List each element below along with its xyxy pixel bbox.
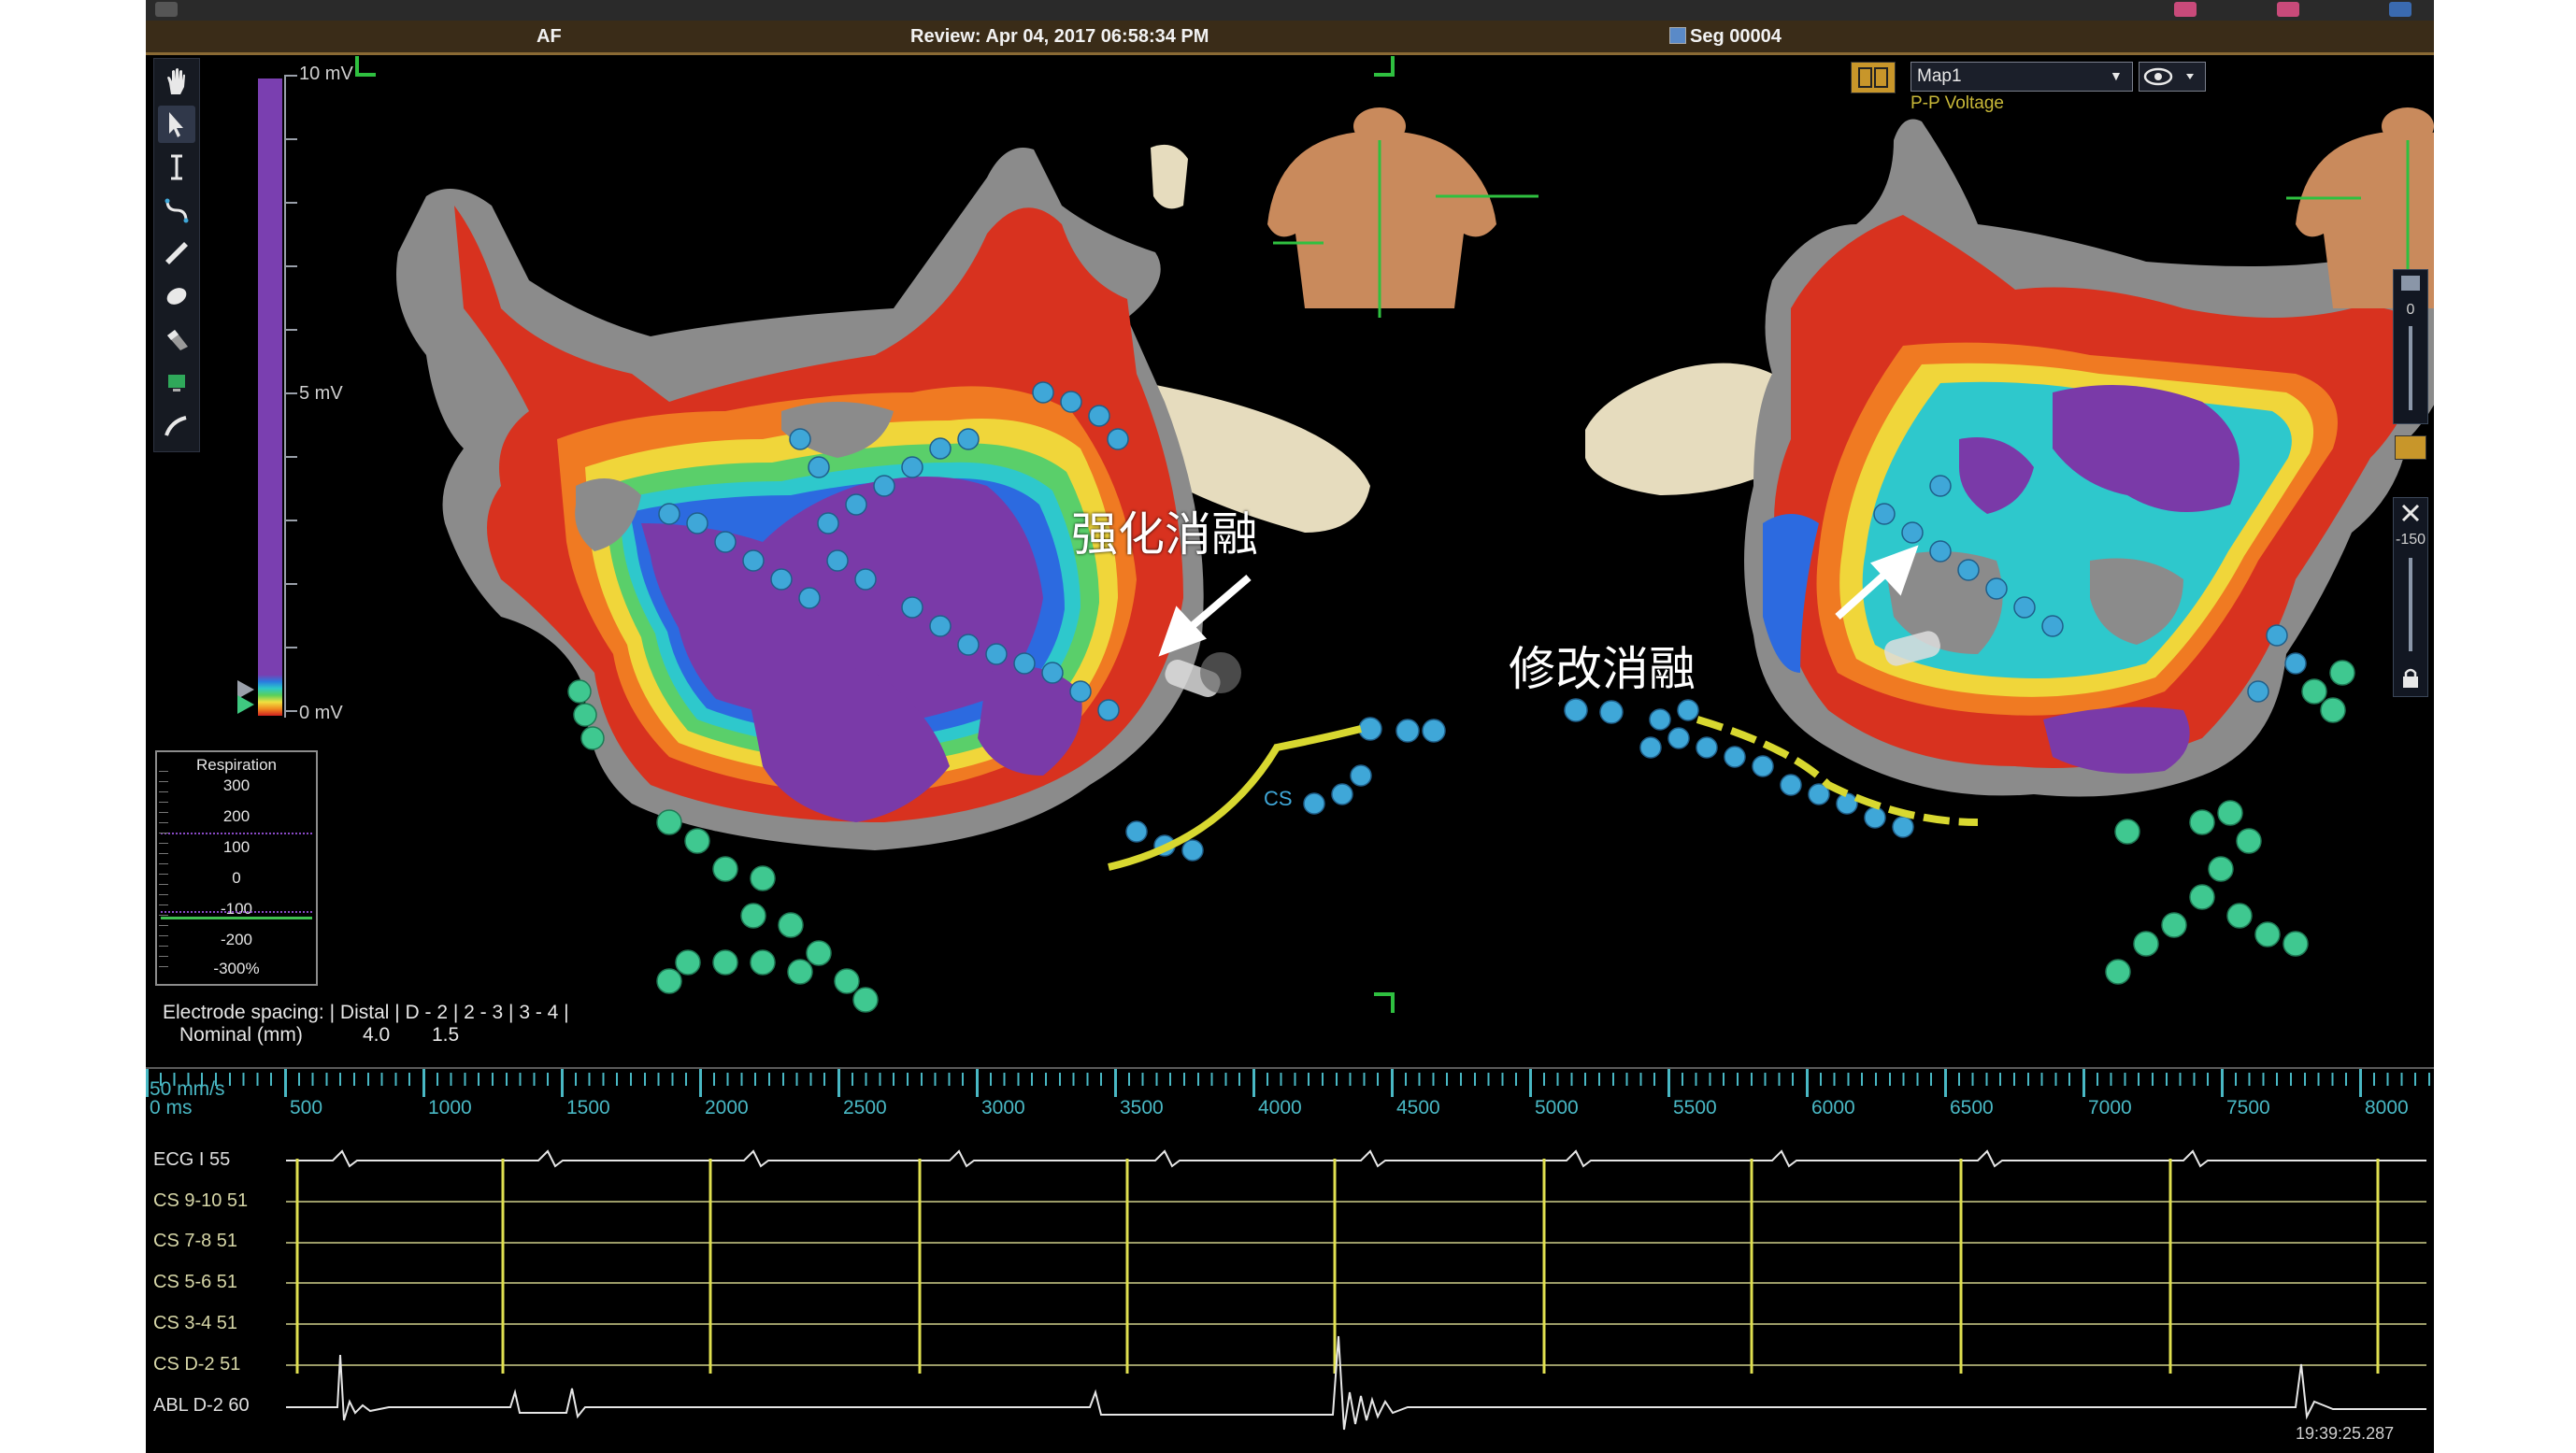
status-header: AF Review: Apr 04, 2017 06:58:34 PM Seg … bbox=[146, 21, 2434, 55]
tick-label: 8000 bbox=[2365, 1097, 2409, 1118]
annotation-left: 强化消融 bbox=[1071, 507, 1258, 562]
window-icon[interactable] bbox=[2389, 2, 2411, 17]
zoom-top-value: 0 bbox=[2406, 302, 2415, 318]
ecg-trace bbox=[286, 1149, 2426, 1168]
channel-label: CS 5-6 51 bbox=[153, 1272, 238, 1292]
channel-label: CS 7-8 51 bbox=[153, 1231, 238, 1251]
map-select-value: Map1 bbox=[1917, 66, 1962, 86]
map-select[interactable]: Map1 ▼ bbox=[1911, 62, 2133, 92]
menu-icon[interactable] bbox=[155, 2, 178, 17]
record-icon[interactable] bbox=[2174, 2, 2197, 17]
tick-label: 1500 bbox=[566, 1097, 610, 1118]
tick-label: 7500 bbox=[2226, 1097, 2270, 1118]
recording-timestamp: 19:39:25.287 bbox=[2296, 1424, 2395, 1443]
tick-label: 6500 bbox=[1950, 1097, 1994, 1118]
scissors-icon bbox=[2401, 504, 2420, 522]
tick-label: 7000 bbox=[2088, 1097, 2132, 1118]
cs-label: CS bbox=[1264, 787, 1293, 810]
abl-trace bbox=[286, 1335, 2426, 1431]
tick-label: 2000 bbox=[705, 1097, 749, 1118]
map-viewport[interactable]: CS bbox=[146, 52, 2434, 1067]
tick-label: 5500 bbox=[1673, 1097, 1717, 1118]
tick-label: 500 bbox=[290, 1097, 323, 1118]
eye-icon bbox=[2143, 67, 2194, 86]
split-view-icon bbox=[1858, 67, 1888, 88]
annotation-right: 修改消融 bbox=[1509, 642, 1696, 696]
clip-mid-value: -150 bbox=[2395, 532, 2426, 548]
channel-label: CS 9-10 51 bbox=[153, 1190, 249, 1211]
split-view-button[interactable] bbox=[1851, 62, 1896, 93]
channel-baselines bbox=[286, 1201, 2426, 1366]
tick-label: 3500 bbox=[1120, 1097, 1164, 1118]
time-ruler[interactable]: 50 mm/s 0 ms 500 1000 1500 2000 2500 300… bbox=[146, 1067, 2434, 1123]
review-timestamp: Review: Apr 04, 2017 06:58:34 PM bbox=[910, 26, 1209, 47]
tick-label: 3000 bbox=[981, 1097, 1025, 1118]
channel-label: ABL D-2 60 bbox=[153, 1395, 250, 1416]
zoom-slider-track[interactable] bbox=[2409, 326, 2412, 410]
map-type-label: P-P Voltage bbox=[1911, 93, 2005, 113]
right-appendage-ivory bbox=[1585, 363, 1782, 495]
view-icon bbox=[2401, 276, 2420, 291]
clip-slider-track[interactable] bbox=[2409, 558, 2412, 651]
tick-label: 2500 bbox=[843, 1097, 887, 1118]
segment-icon bbox=[1669, 27, 1686, 44]
tick-label: 6000 bbox=[1811, 1097, 1855, 1118]
tick-label: 1000 bbox=[428, 1097, 472, 1118]
record-icon-2[interactable] bbox=[2277, 2, 2299, 17]
mapping-app-window: AF Review: Apr 04, 2017 06:58:34 PM Seg … bbox=[146, 0, 2434, 1453]
chevron-down-icon: ▼ bbox=[2110, 68, 2123, 83]
ruler-major-ticks bbox=[146, 1069, 2434, 1097]
visibility-toggle[interactable] bbox=[2139, 62, 2206, 92]
tick-label: 5000 bbox=[1535, 1097, 1579, 1118]
channel-label: ECG I 55 bbox=[153, 1149, 231, 1170]
zero-label: 0 ms bbox=[150, 1097, 193, 1118]
segment-label: Seg 00004 bbox=[1669, 26, 1782, 48]
ecg-traces[interactable] bbox=[146, 1121, 2434, 1453]
clip-slider-panel[interactable]: -150 bbox=[2393, 497, 2428, 697]
tick-label: 4500 bbox=[1396, 1097, 1440, 1118]
top-toolbar-strip bbox=[146, 0, 2434, 21]
mode-label: AF bbox=[537, 26, 562, 47]
left-orientation-torso bbox=[1267, 107, 1538, 318]
tick-label: 4000 bbox=[1258, 1097, 1302, 1118]
channel-label: CS 3-4 51 bbox=[153, 1313, 238, 1333]
left-map-ivory-tip bbox=[1151, 144, 1188, 209]
zoom-slider-panel[interactable]: 0 bbox=[2393, 269, 2428, 424]
lock-icon[interactable] bbox=[2394, 664, 2427, 692]
channel-label: CS D-2 51 bbox=[153, 1354, 241, 1375]
yellow-flag-button[interactable] bbox=[2395, 435, 2426, 460]
